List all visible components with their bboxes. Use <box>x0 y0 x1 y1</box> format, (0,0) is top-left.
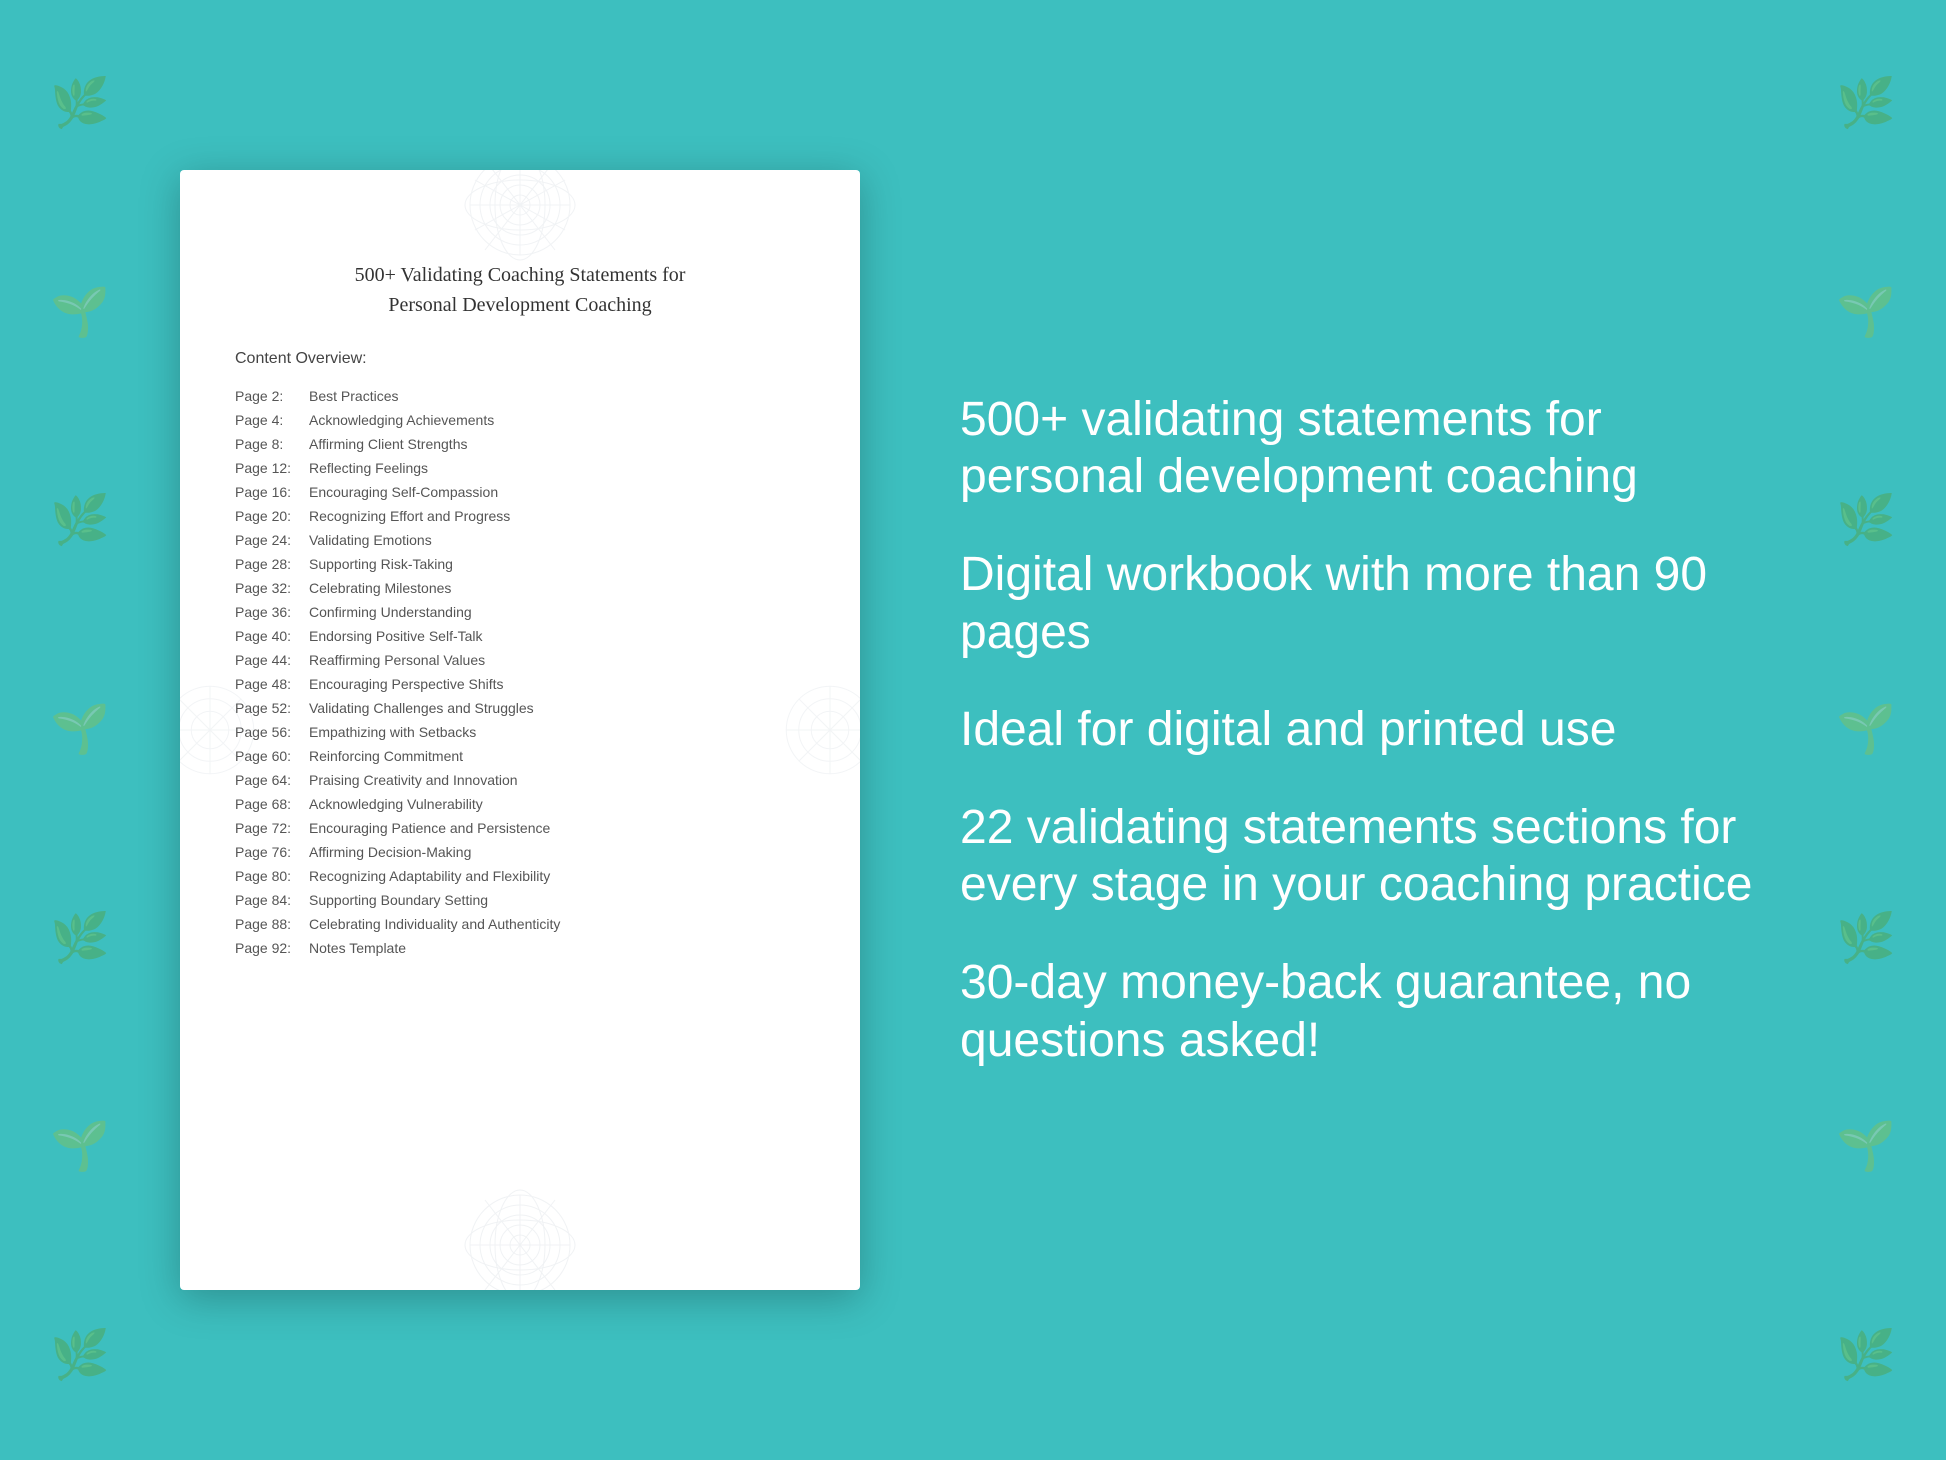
document-preview: 500+ Validating Coaching Statements for … <box>180 170 860 1290</box>
floral-decoration: 🌱 <box>50 289 110 337</box>
feature-feature5: 30-day money-back guarantee, no question… <box>960 954 1766 1069</box>
toc-item: Page 56:Empathizing with Setbacks <box>235 720 805 744</box>
floral-decoration: 🌿 <box>1836 915 1896 963</box>
toc-item: Page 72:Encouraging Patience and Persist… <box>235 816 805 840</box>
floral-decoration: 🌱 <box>1836 1123 1896 1171</box>
toc-item: Page 2:Best Practices <box>235 384 805 408</box>
toc-item: Page 16:Encouraging Self-Compassion <box>235 480 805 504</box>
table-of-contents: Page 2:Best PracticesPage 4:Acknowledgin… <box>235 384 805 960</box>
toc-item: Page 4:Acknowledging Achievements <box>235 408 805 432</box>
floral-decoration: 🌿 <box>1836 1332 1896 1380</box>
toc-item: Page 44:Reaffirming Personal Values <box>235 648 805 672</box>
mandala-top <box>420 170 620 270</box>
toc-item: Page 52:Validating Challenges and Strugg… <box>235 696 805 720</box>
floral-decoration: 🌱 <box>1836 706 1896 754</box>
toc-item: Page 32:Celebrating Milestones <box>235 576 805 600</box>
toc-item: Page 48:Encouraging Perspective Shifts <box>235 672 805 696</box>
toc-item: Page 92:Notes Template <box>235 936 805 960</box>
floral-decoration: 🌿 <box>1836 80 1896 128</box>
toc-item: Page 60:Reinforcing Commitment <box>235 744 805 768</box>
toc-item: Page 76:Affirming Decision-Making <box>235 840 805 864</box>
toc-item: Page 64:Praising Creativity and Innovati… <box>235 768 805 792</box>
floral-border-right: 🌿 🌱 🌿 🌱 🌿 🌱 🌿 <box>1786 0 1946 1460</box>
floral-decoration: 🌱 <box>1836 289 1896 337</box>
toc-item: Page 28:Supporting Risk-Taking <box>235 552 805 576</box>
floral-decoration: 🌿 <box>50 1332 110 1380</box>
floral-decoration: 🌿 <box>50 915 110 963</box>
toc-item: Page 20:Recognizing Effort and Progress <box>235 504 805 528</box>
floral-decoration: 🌿 <box>50 80 110 128</box>
mandala-bottom <box>420 1180 620 1290</box>
floral-decoration: 🌱 <box>50 706 110 754</box>
feature-feature4: 22 validating statements sections for ev… <box>960 799 1766 914</box>
feature-feature1: 500+ validating statements for personal … <box>960 391 1766 506</box>
floral-decoration: 🌿 <box>1836 497 1896 545</box>
floral-decoration: 🌿 <box>50 497 110 545</box>
toc-item: Page 88:Celebrating Individuality and Au… <box>235 912 805 936</box>
feature-feature3: Ideal for digital and printed use <box>960 701 1766 759</box>
main-container: 500+ Validating Coaching Statements for … <box>0 0 1946 1460</box>
toc-item: Page 12:Reflecting Feelings <box>235 456 805 480</box>
toc-item: Page 84:Supporting Boundary Setting <box>235 888 805 912</box>
toc-item: Page 68:Acknowledging Vulnerability <box>235 792 805 816</box>
toc-item: Page 24:Validating Emotions <box>235 528 805 552</box>
content-overview-label: Content Overview: <box>235 350 805 368</box>
floral-border-left: 🌿 🌱 🌿 🌱 🌿 🌱 🌿 <box>0 0 160 1460</box>
mandala-side-right <box>770 630 860 830</box>
floral-decoration: 🌱 <box>50 1123 110 1171</box>
toc-item: Page 40:Endorsing Positive Self-Talk <box>235 624 805 648</box>
right-content: 500+ validating statements for personal … <box>940 391 1766 1069</box>
toc-item: Page 8:Affirming Client Strengths <box>235 432 805 456</box>
mandala-side-left <box>180 630 270 830</box>
feature-feature2: Digital workbook with more than 90 pages <box>960 546 1766 661</box>
toc-item: Page 36:Confirming Understanding <box>235 600 805 624</box>
toc-item: Page 80:Recognizing Adaptability and Fle… <box>235 864 805 888</box>
